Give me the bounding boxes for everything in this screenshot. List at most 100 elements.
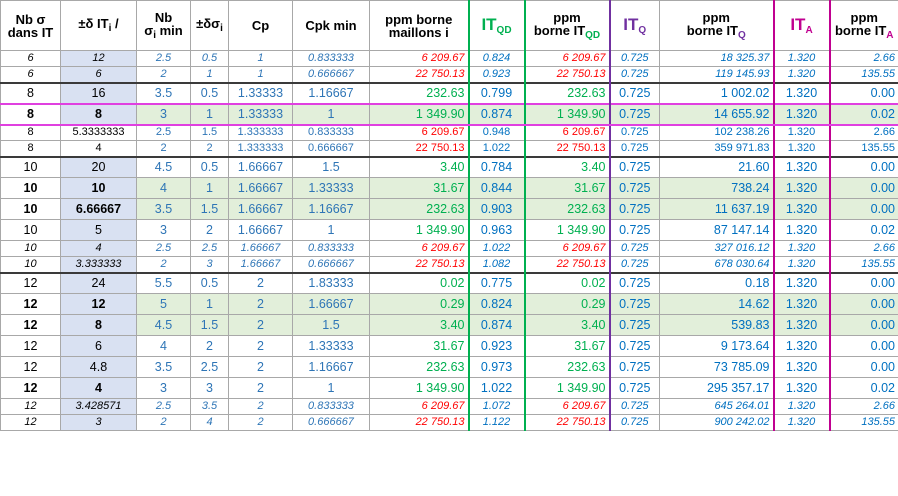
table-cell: 1.320 [772,377,831,399]
table-cell: 8 [60,102,137,126]
table-cell: 1 349.90 [524,377,610,399]
table-cell: 0.00 [829,271,898,294]
table-cell: 12 [0,414,61,431]
table-cell: 2.66 [829,398,898,415]
table-cell: 8 [0,140,61,157]
table-cell: 135.55 [829,66,898,83]
table-row: 12 3 2 4 2 0.666667 22 750.13 1.122 22 750.13 0.7… [0,414,898,431]
table-row: 10 5 3 2 1.66667 1 1 349.90 0.963 1 349.90 0.725 8… [0,219,898,241]
table-cell: 0.725 [608,293,660,315]
table-cell: 232.63 [524,356,610,378]
table-cell: 6 209.67 [369,50,469,67]
table-cell: 3 [136,219,191,241]
table-cell: 5 [136,293,191,315]
col-delta-sigma-header: ±δσi [190,0,229,51]
table-cell: 0.948 [467,124,526,141]
table-cell: 135.55 [829,140,898,157]
table-cell: 6 [60,335,137,357]
table-cell: 0.5 [190,271,229,294]
table-cell: 1.33333 [292,177,370,199]
table-cell: 0.923 [467,66,526,83]
table-cell: 3.40 [524,314,610,336]
table-cell: 359 971.83 [659,140,774,157]
table-cell: 0.874 [467,102,526,126]
table-cell: 6 209.67 [369,398,469,415]
table-cell: 2 [136,414,191,431]
table-cell: 6 [0,50,61,67]
table-cell: 1.022 [467,240,526,257]
table-cell: 1.320 [772,335,831,357]
table-cell: 5.5 [136,271,191,294]
table-cell: 1.320 [772,155,831,178]
table-cell: 3.5 [136,356,191,378]
table-cell: 2 [228,414,293,431]
col-nb-sigma-min-header: Nb σi min [136,0,191,51]
table-cell: 1.16667 [292,356,370,378]
table-cell: 0.5 [190,155,229,178]
table-cell: 0.00 [829,314,898,336]
table-cell: 12 [0,271,61,294]
table-cell: 5.3333333 [60,124,137,141]
table-cell: 2 [136,66,191,83]
table-cell: 10 [0,198,61,220]
table-cell: 0.973 [467,356,526,378]
table-cell: 10 [0,240,61,257]
col-itqd-header: ITQD [467,0,526,51]
table-cell: 1.5 [190,314,229,336]
table-cell: 4 [136,335,191,357]
table-cell: 0.824 [467,293,526,315]
table-cell: 10 [0,219,61,241]
table-cell: 2 [228,271,293,294]
table-row: 10 20 4.5 0.5 1.66667 1.5 3.40 0.784 3.40 0.725 21… [0,155,898,178]
table-row: 8 4 2 2 1.333333 0.666667 22 750.13 1.022 22 750… [0,140,898,157]
table-cell: 2.5 [136,240,191,257]
table-cell: 1 [190,102,229,126]
table-row: 12 8 4.5 1.5 2 1.5 3.40 0.874 3.40 0.725 539.83 1.3… [0,314,898,336]
table-cell: 0.00 [829,81,898,104]
table-row: 6 6 2 1 1 0.666667 22 750.13 0.923 22 750.13 0.72… [0,66,898,83]
table-cell: 0.725 [608,155,660,178]
table-cell: 1.122 [467,414,526,431]
table-cell: 73 785.09 [659,356,774,378]
table-cell: 1 349.90 [524,219,610,241]
table-cell: 1.320 [772,256,831,273]
table-cell: 119 145.93 [659,66,774,83]
table-cell: 1 349.90 [524,102,610,126]
table-row: 12 12 5 1 2 1.66667 0.29 0.824 0.29 0.725 14.62 1.3… [0,293,898,315]
table-cell: 0.02 [829,377,898,399]
table-row: 8 16 3.5 0.5 1.33333 1.16667 232.63 0.799 232.63… [0,81,898,104]
table-cell: 0.784 [467,155,526,178]
table-cell: 102 238.26 [659,124,774,141]
table-cell: 1 [190,66,229,83]
table-cell: 0.725 [608,356,660,378]
table-cell: 1.320 [772,398,831,415]
col-nb-sigma-header: Nb σ dans IT [0,0,61,51]
table-row: 6 12 2.5 0.5 1 0.833333 6 209.67 0.824 6 209.67 0… [0,50,898,67]
table-cell: 1.320 [772,124,831,141]
table-cell: 1 [292,102,370,126]
table-cell: 1.66667 [228,240,293,257]
table-cell: 0.00 [829,198,898,220]
table-cell: 22 750.13 [369,140,469,157]
table-cell: 1.072 [467,398,526,415]
table-cell: 3.5 [136,198,191,220]
table-cell: 0.833333 [292,240,370,257]
table-cell: 4.5 [136,314,191,336]
table-cell: 0.29 [369,293,469,315]
table-row: 10 4 2.5 2.5 1.66667 0.833333 6 209.67 1.022 6 2… [0,240,898,257]
header-row: Nb σ dans IT ±δ ITi / Nb σi min ±δσi Cp Cp… [0,0,898,51]
table-cell: 2.5 [190,356,229,378]
table-cell: 4.8 [60,356,137,378]
table-cell: 1.333333 [228,124,293,141]
table-cell: 678 030.64 [659,256,774,273]
table-cell: 0.725 [608,124,660,141]
table-cell: 14.62 [659,293,774,315]
col-itq-header: ITQ [608,0,660,51]
table-cell: 2 [190,219,229,241]
table-cell: 12 [0,377,61,399]
col-ita-header: ITA [772,0,831,51]
table-cell: 738.24 [659,177,774,199]
table-cell: 6 209.67 [369,240,469,257]
table-row: 12 6 4 2 2 1.33333 31.67 0.923 31.67 0.725 9 173.6… [0,335,898,357]
table-cell: 0.02 [524,271,610,294]
